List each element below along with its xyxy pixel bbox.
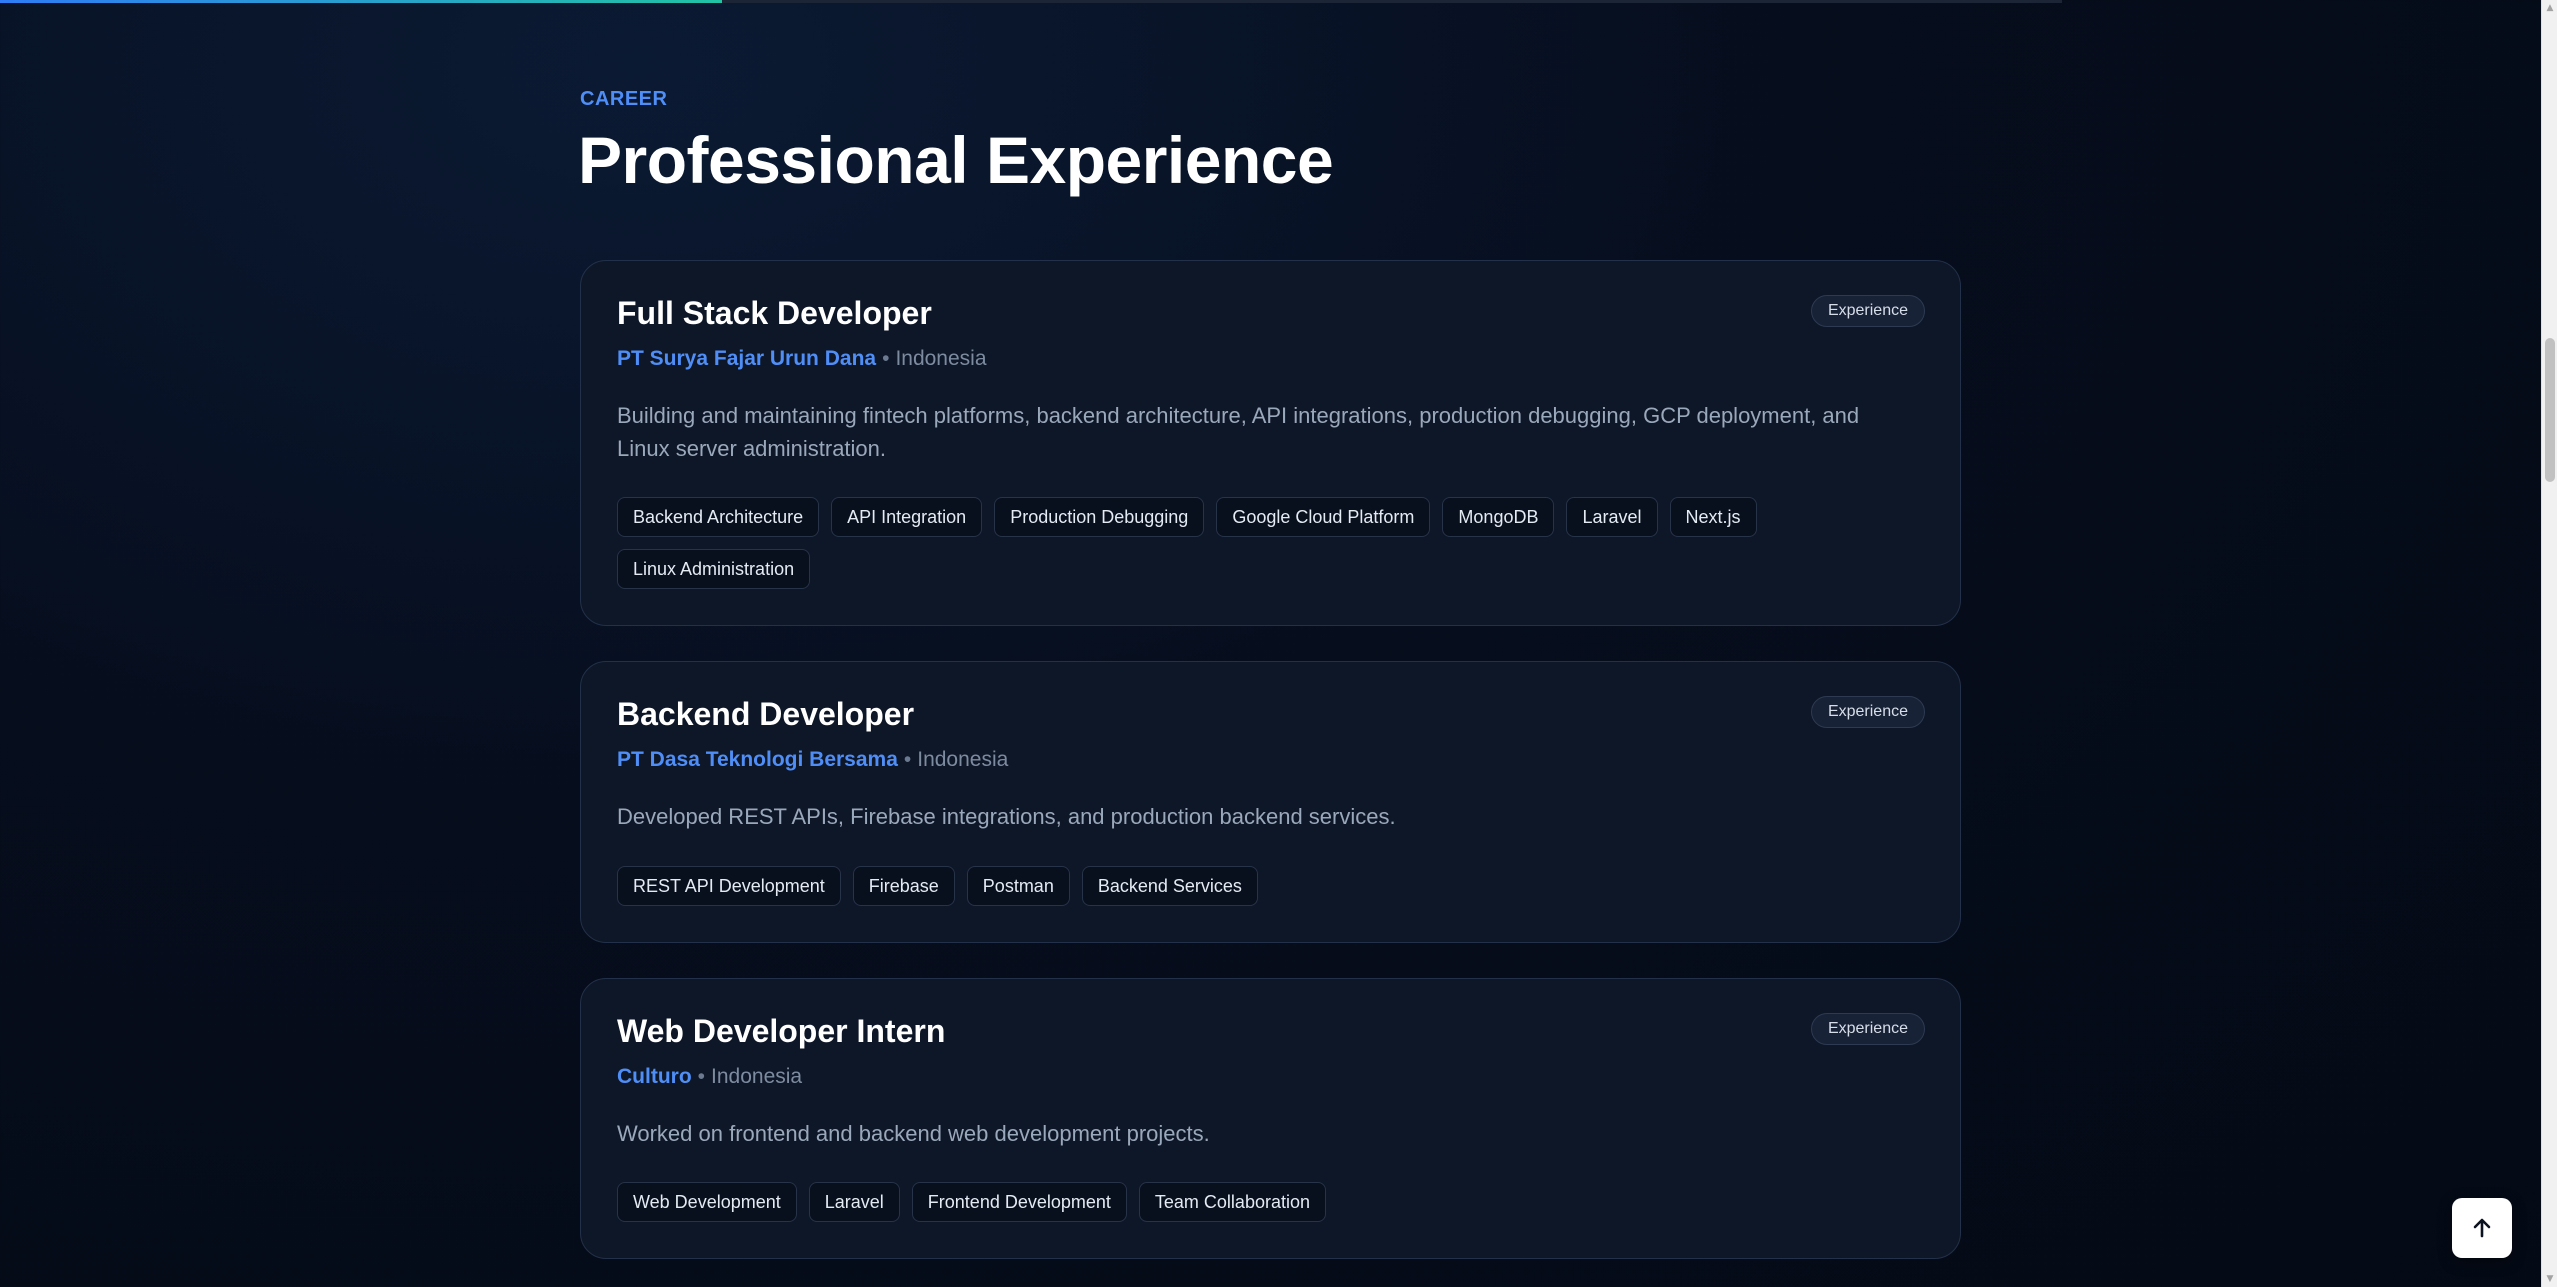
experience-card: Web Developer Intern Culturo • Indonesia E… — [580, 978, 1961, 1259]
job-description: Developed REST APIs, Firebase integratio… — [617, 804, 1396, 829]
skill-tags: Backend Architecture API Integration Pro… — [617, 497, 1857, 589]
job-title: Backend Developer — [617, 696, 915, 732]
meta-separator: • — [903, 748, 912, 771]
section-title: Professional Experience — [578, 123, 1334, 197]
job-location: Indonesia — [895, 347, 987, 370]
job-title: Full Stack Developer — [617, 295, 932, 331]
reading-progress-fill — [0, 0, 722, 3]
skill-tag: Backend Services — [1081, 866, 1258, 906]
skill-tag: API Integration — [831, 497, 983, 537]
job-meta: PT Dasa Teknologi Bersama • Indonesia — [617, 748, 1008, 772]
experience-badge: Experience — [1810, 696, 1925, 728]
skill-tag: Laravel — [808, 1182, 900, 1222]
job-meta: PT Surya Fajar Urun Dana • Indonesia — [617, 347, 987, 371]
company-name: PT Dasa Teknologi Bersama — [617, 748, 898, 771]
experience-card: Backend Developer PT Dasa Teknologi Bers… — [580, 661, 1961, 943]
skill-tag: Laravel — [1566, 497, 1658, 537]
skill-tag: Web Development — [617, 1182, 797, 1222]
skill-tag: Linux Administration — [617, 549, 811, 589]
job-description: Building and maintaining fintech platfor… — [617, 403, 1860, 461]
skill-tag: Postman — [966, 866, 1070, 906]
scroll-down-arrow-icon[interactable]: ▼ — [2542, 1271, 2557, 1287]
company-name: Culturo — [617, 1065, 692, 1088]
skill-tags: REST API Development Firebase Postman Ba… — [617, 866, 1857, 906]
job-meta: Culturo • Indonesia — [617, 1065, 802, 1089]
skill-tag: Frontend Development — [911, 1182, 1127, 1222]
job-description: Worked on frontend and backend web devel… — [617, 1121, 1210, 1146]
job-title: Web Developer Intern — [617, 1013, 946, 1049]
job-location: Indonesia — [917, 748, 1009, 771]
experience-card: Full Stack Developer PT Surya Fajar Urun… — [580, 260, 1961, 626]
skill-tags: Web Development Laravel Frontend Develop… — [617, 1182, 1857, 1222]
experience-badge: Experience — [1810, 295, 1925, 327]
skill-tag: Production Debugging — [994, 497, 1205, 537]
meta-separator: • — [697, 1065, 706, 1088]
skill-tag: MongoDB — [1442, 497, 1555, 537]
experience-badge: Experience — [1810, 1013, 1925, 1045]
scrollbar-thumb[interactable] — [2545, 338, 2555, 482]
arrow-up-icon — [2473, 1218, 2491, 1238]
scroll-up-arrow-icon[interactable]: ▲ — [2542, 0, 2557, 16]
company-name: PT Surya Fajar Urun Dana — [617, 347, 877, 370]
skill-tag: Google Cloud Platform — [1216, 497, 1431, 537]
section-eyebrow: CAREER — [580, 88, 668, 110]
reading-progress-track — [0, 0, 2062, 3]
meta-separator: • — [882, 347, 890, 370]
skill-tag: Firebase — [852, 866, 955, 906]
page-scrollbar[interactable]: ▲ ▼ — [2541, 0, 2557, 1287]
skill-tag: Next.js — [1669, 497, 1757, 537]
job-location: Indonesia — [711, 1065, 803, 1088]
skill-tag: REST API Development — [617, 866, 841, 906]
skill-tag: Backend Architecture — [617, 497, 820, 537]
skill-tag: Team Collaboration — [1138, 1182, 1326, 1222]
back-to-top-button[interactable] — [2452, 1198, 2512, 1258]
